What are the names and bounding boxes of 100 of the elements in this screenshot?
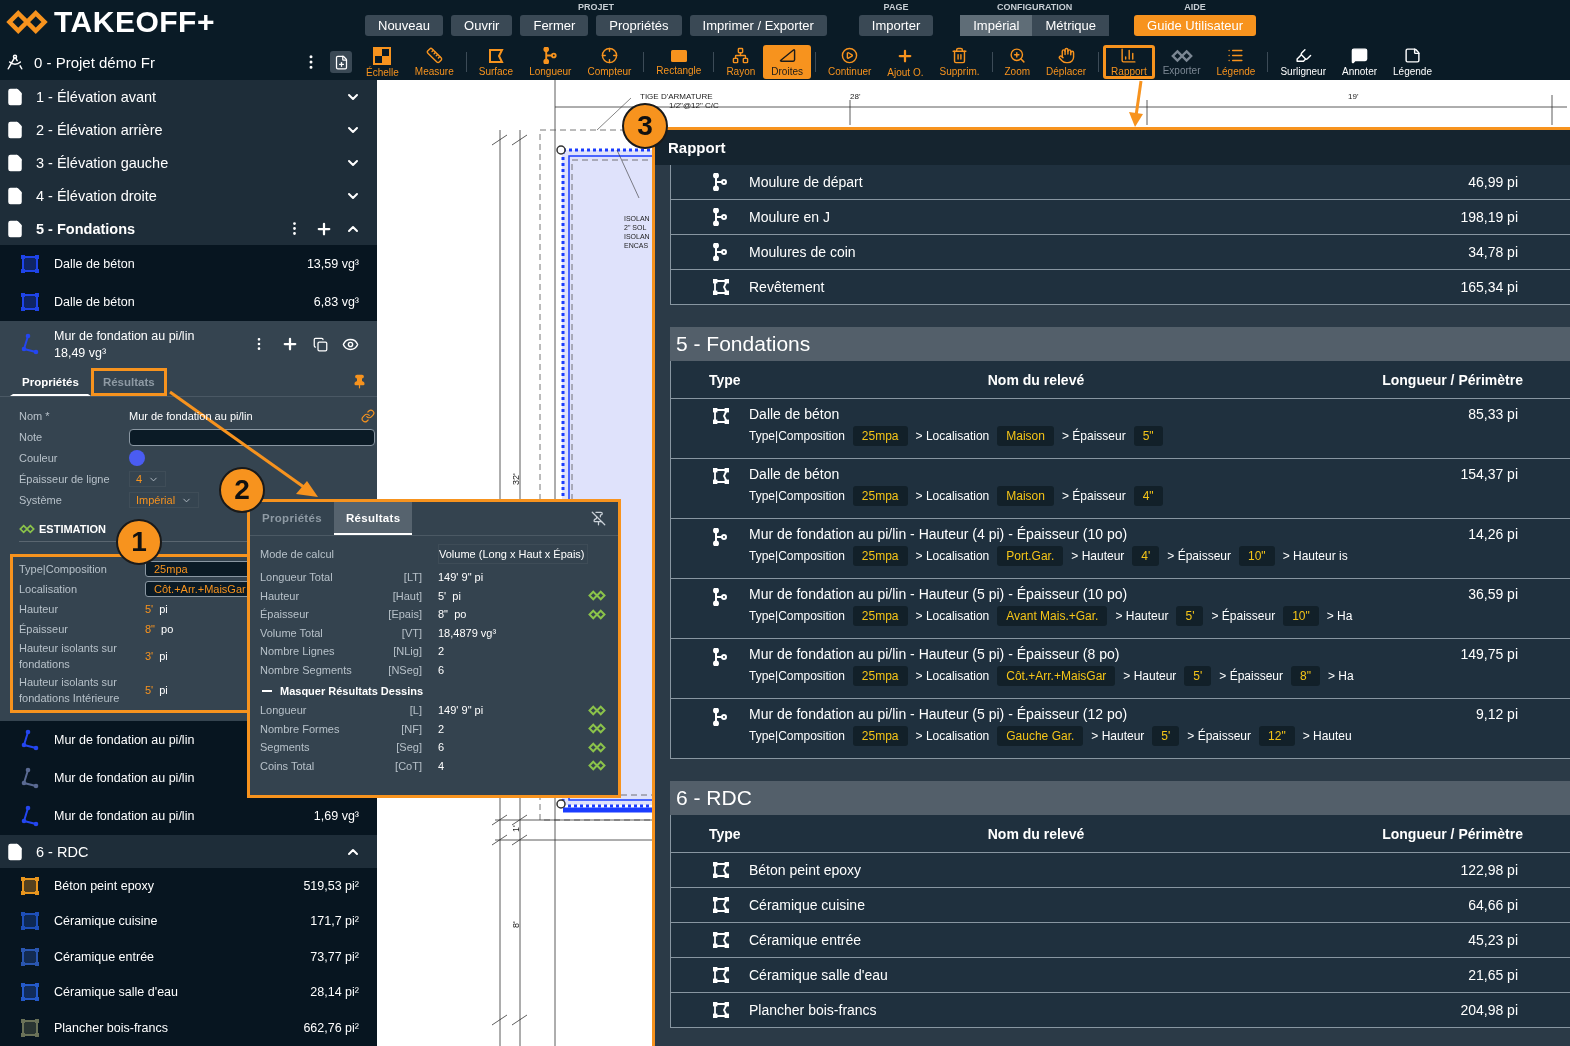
item-value: 171,7 pi² [310,914,359,929]
measurement-item[interactable]: Dalle de béton 6,83 vg³ [0,283,377,321]
attribute-value: 12" [1259,726,1295,746]
toolbar-button[interactable]: Rectangle [648,45,710,79]
item-value: 154,37 pi [1460,466,1518,484]
toolbar-button[interactable]: Continuer [820,45,880,79]
toolbar-button[interactable]: Supprim. [931,45,988,79]
attribute-value: 5' [1184,666,1212,686]
unpin-icon[interactable] [591,511,606,526]
mode-value: Volume (Long x Haut x Épais) [438,544,588,564]
item-name: Dalle de béton [749,406,841,422]
measurement-item[interactable]: Béton peint epoxy 519,53 pi² [0,868,377,904]
column-title: Nom du relevé [986,371,1086,388]
toolbar-button[interactable]: Measure [406,45,462,79]
drawing-label: 1' [511,825,521,832]
toolbar-button[interactable]: Échelle [358,45,407,79]
measurement-item[interactable]: Mur de fondation au pi/lin 18,49 vg³ [0,321,377,367]
field-label: Couleur [19,452,59,464]
bar-chart-icon [1120,47,1138,64]
toolbar-button[interactable]: Rapport [1103,45,1155,79]
result-label: Nombre Segments [260,662,353,678]
plus-icon[interactable] [281,335,299,353]
measurement-item[interactable]: Dalle de béton 13,59 vg³ [0,245,377,283]
attribute-label: > Ha [1327,669,1354,683]
toolbar-button[interactable]: Zoom [996,45,1039,79]
attribute-value: Avant Mais.+Gar. [997,606,1108,626]
toolbar-button[interactable]: Ajout O. [879,45,932,79]
trash-icon [951,47,968,64]
tab[interactable]: Résultats [333,502,413,535]
note-field[interactable] [129,428,375,446]
select-field[interactable]: Impérial [129,492,200,508]
result-label: Longueur [260,703,308,718]
result-code: [NSeg] [387,662,422,678]
measurement-item[interactable]: Céramique salle d'eau 28,14 pi² [0,974,377,1010]
toolbar-button[interactable]: Surface [470,45,522,79]
page-icon [6,186,24,205]
measurement-item[interactable]: Mur de fondation au pi/lin 1,69 vg³ [0,797,377,835]
item-name: Dalle de béton [54,257,136,271]
item-name: Mur de fondation au pi/lin [54,328,196,343]
polygon-icon [713,967,729,983]
tab[interactable]: Propriétés [10,367,91,396]
item-value: 73,77 pi² [310,949,359,964]
select-field[interactable]: 4 [129,471,167,487]
toolbar-button[interactable]: Surligneur [1272,45,1334,79]
page-title: 5 - Fondations [36,220,137,237]
toolbar-button[interactable]: Annoter [1334,45,1386,79]
item-value: 46,99 pi [1468,174,1518,190]
item-name: Dalle de béton [749,466,841,482]
attribute-label: Type|Composition [749,489,845,503]
menu-button[interactable]: Imprimer / Exporter [689,15,827,36]
compass-icon [6,53,24,71]
polygon-icon [713,897,729,913]
toolbar-button[interactable]: Déplacer [1038,45,1095,79]
item-value: 28,14 pi² [310,985,359,1000]
attribute-value: 8" [1291,666,1320,686]
menu-button[interactable]: Importer [858,15,934,36]
menu-button[interactable]: Impérial [960,15,1033,36]
toolbar-button[interactable]: Rayon [718,45,764,79]
add-file-button[interactable] [330,51,352,73]
copy-icon[interactable] [313,336,328,352]
toolbar-button[interactable]: Droites [763,45,811,79]
measurement-item[interactable]: Céramique entrée 73,77 pi² [0,939,377,975]
menu-button[interactable]: Fermer [520,15,589,36]
item-name: Plancher bois-francs [749,1002,878,1018]
attribute-value: 25mpa [852,726,908,746]
measurement-item[interactable]: Plancher bois-francs 662,76 pi² [0,1010,377,1046]
item-value: 149,75 pi [1460,646,1518,664]
menu-button[interactable]: Ouvrir [451,15,513,36]
result-value: 6 [437,740,446,755]
attribute-value: 4' [1132,546,1160,566]
list-icon [1227,47,1245,64]
toolbar-button[interactable]: Longueur [521,45,580,79]
toolbar-button[interactable]: Légende [1385,45,1440,79]
attribute-label: > Hauteur [1123,669,1177,683]
attribute-value: 5' [1152,726,1180,746]
page-icon [6,153,24,172]
link-icon[interactable] [361,409,375,423]
item-value: 122,98 pi [1460,862,1518,878]
toolbar-button[interactable]: Légende [1208,45,1264,79]
pin-icon[interactable] [352,374,367,389]
result-code: [L] [408,703,422,718]
result-label: Volume Total [260,625,324,641]
drawing-label: 19' [1348,92,1359,101]
measurement-item[interactable]: Céramique cuisine 171,7 pi² [0,903,377,939]
branch-line-icon [543,47,558,64]
field-label: Épaisseur de ligne [19,473,111,485]
item-value: 9,12 pi [1475,706,1518,724]
attribute-label: Type|Composition [749,549,845,563]
section-title: 6 - RDC [676,786,752,810]
item-value: 36,59 pi [1468,586,1518,604]
result-value: 4 [437,758,446,774]
toolbar-button[interactable]: Compteur [579,45,640,79]
menu-button[interactable]: Nouveau [365,15,444,36]
color-swatch[interactable] [129,450,145,466]
page-title: 2 - Élévation arrière [36,121,164,138]
polygon-icon [713,468,729,484]
menu-button[interactable]: Métrique [1032,15,1110,36]
field-label: Système [19,494,63,506]
menu-button[interactable]: Propriétés [596,15,682,36]
attribute-label: > Localisation [915,549,990,563]
